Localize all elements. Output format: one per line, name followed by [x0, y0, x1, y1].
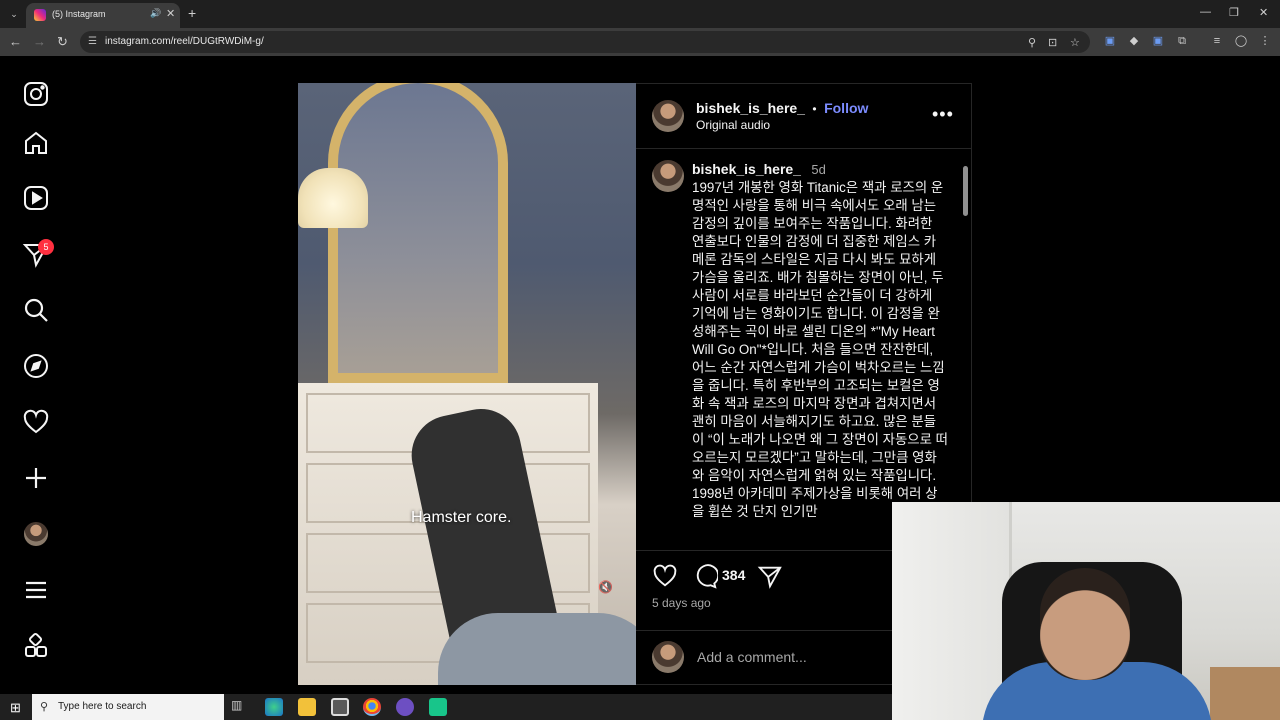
- reload-icon[interactable]: ↻: [57, 34, 68, 50]
- forward-icon[interactable]: →: [33, 34, 46, 49]
- explore-icon[interactable]: [22, 352, 50, 380]
- webcam-overlay: [892, 502, 1280, 720]
- extension-box-icon[interactable]: ▣: [1151, 34, 1165, 48]
- chrome-icon[interactable]: [363, 698, 381, 716]
- translate-extension-icon[interactable]: ▣: [1103, 34, 1117, 48]
- instagram-favicon-icon: [34, 9, 46, 21]
- caption-avatar[interactable]: [652, 160, 684, 192]
- mute-icon[interactable]: 🔊: [150, 8, 161, 19]
- instagram-logo-icon[interactable]: [22, 80, 50, 108]
- viewer-avatar: [652, 641, 684, 673]
- close-icon[interactable]: ✕: [166, 7, 175, 20]
- share-icon[interactable]: [757, 563, 783, 589]
- home-icon[interactable]: [22, 129, 50, 157]
- browser-tab-bar: ⌄ (5) Instagram 🔊 ✕ + — ❐ ✕: [0, 0, 1280, 28]
- search-icon: ⚲: [40, 701, 49, 713]
- also-from-meta-icon[interactable]: [22, 632, 50, 660]
- tab-search-icon[interactable]: ⌄: [6, 6, 22, 22]
- reels-icon[interactable]: [22, 184, 50, 212]
- taskbar-search-placeholder[interactable]: Type here to search: [58, 701, 146, 712]
- task-view-icon[interactable]: ▥: [231, 698, 249, 716]
- taskbar-search[interactable]: ⚲ Type here to search: [32, 694, 224, 720]
- like-heart-icon[interactable]: [652, 563, 678, 589]
- create-icon[interactable]: [22, 464, 50, 492]
- audio-link[interactable]: Original audio: [696, 118, 770, 132]
- kebab-menu-icon[interactable]: ⋮: [1258, 34, 1272, 48]
- comment-count: 384: [722, 567, 746, 583]
- author-avatar[interactable]: [652, 100, 684, 132]
- post-header: bishek_is_here_ • Follow Original audio …: [636, 84, 972, 149]
- windows-start-icon[interactable]: ⊞: [10, 700, 21, 716]
- caption-time: 5d: [811, 162, 826, 177]
- video-scene-blanket: [438, 613, 636, 685]
- profile-avatar[interactable]: [24, 522, 48, 546]
- separator-dot: •: [812, 102, 817, 116]
- posted-time: 5 days ago: [652, 596, 711, 610]
- webcam-person: [1040, 568, 1130, 680]
- search-icon[interactable]: [22, 296, 50, 324]
- caption-scrollbar[interactable]: [961, 156, 969, 549]
- windows-taskbar: ⊞ ⚲ Type here to search ▥: [0, 694, 892, 720]
- file-explorer-icon[interactable]: [298, 698, 316, 716]
- caption-username[interactable]: bishek_is_here_: [692, 161, 801, 177]
- install-icon[interactable]: ⊡: [1048, 36, 1057, 49]
- video-scene-mirror: [328, 83, 508, 383]
- author-username[interactable]: bishek_is_here_: [696, 100, 805, 116]
- recorder-icon[interactable]: [396, 698, 414, 716]
- more-menu-icon[interactable]: [22, 576, 50, 604]
- store-icon[interactable]: [331, 698, 349, 716]
- site-info-icon[interactable]: ☰: [88, 36, 97, 47]
- url-bar[interactable]: ☰ instagram.com/reel/DUGtRWDiM-g/ ⚲ ⊡ ☆: [80, 31, 1090, 53]
- add-comment-input[interactable]: Add a comment...: [697, 649, 807, 665]
- scroll-thumb[interactable]: [963, 166, 968, 216]
- caption-text: 1997년 개봉한 영화 Titanic은 잭과 로즈의 운명적인 사랑을 통해…: [692, 180, 948, 519]
- app-icon[interactable]: [429, 698, 447, 716]
- new-tab-icon[interactable]: +: [188, 5, 196, 21]
- window-close-icon[interactable]: ✕: [1259, 6, 1268, 19]
- extension-diamond-icon[interactable]: ◆: [1127, 34, 1141, 48]
- profile-icon[interactable]: ◯: [1234, 34, 1248, 48]
- author-line: bishek_is_here_ • Follow: [696, 100, 868, 118]
- media-icon[interactable]: ≡: [1210, 34, 1224, 48]
- notifications-icon[interactable]: [22, 408, 50, 436]
- edge-icon[interactable]: [265, 698, 283, 716]
- caption-comment: bishek_is_here_ 5d 1997년 개봉한 영화 Titanic은…: [636, 150, 972, 550]
- video-subtitle: Hamster core.: [411, 509, 512, 526]
- zoom-icon[interactable]: ⚲: [1028, 36, 1036, 49]
- more-options-icon[interactable]: •••: [932, 104, 954, 125]
- webcam-shelf: [1210, 667, 1280, 720]
- extension-icon[interactable]: ⧉: [1175, 34, 1189, 48]
- restore-icon[interactable]: ❐: [1229, 6, 1239, 19]
- minimize-icon[interactable]: —: [1200, 6, 1211, 18]
- video-mute-icon[interactable]: 🔇: [598, 580, 613, 594]
- webcam-door: [892, 502, 1012, 720]
- address-toolbar: ← → ↻ ☰ instagram.com/reel/DUGtRWDiM-g/ …: [0, 28, 1280, 56]
- back-icon[interactable]: ←: [9, 34, 22, 49]
- tab-title: (5) Instagram: [52, 9, 106, 19]
- bookmark-star-icon[interactable]: ☆: [1070, 36, 1080, 49]
- video-scene-lamp: [298, 168, 368, 228]
- url-text[interactable]: instagram.com/reel/DUGtRWDiM-g/: [105, 36, 264, 47]
- caption-header: bishek_is_here_ 5d: [692, 161, 826, 179]
- browser-tab[interactable]: (5) Instagram 🔊 ✕: [26, 3, 180, 28]
- reel-video[interactable]: Hamster core. 🔇: [298, 83, 636, 685]
- comment-icon[interactable]: [692, 563, 720, 589]
- follow-button[interactable]: Follow: [824, 100, 868, 116]
- notification-badge: 5: [38, 239, 54, 255]
